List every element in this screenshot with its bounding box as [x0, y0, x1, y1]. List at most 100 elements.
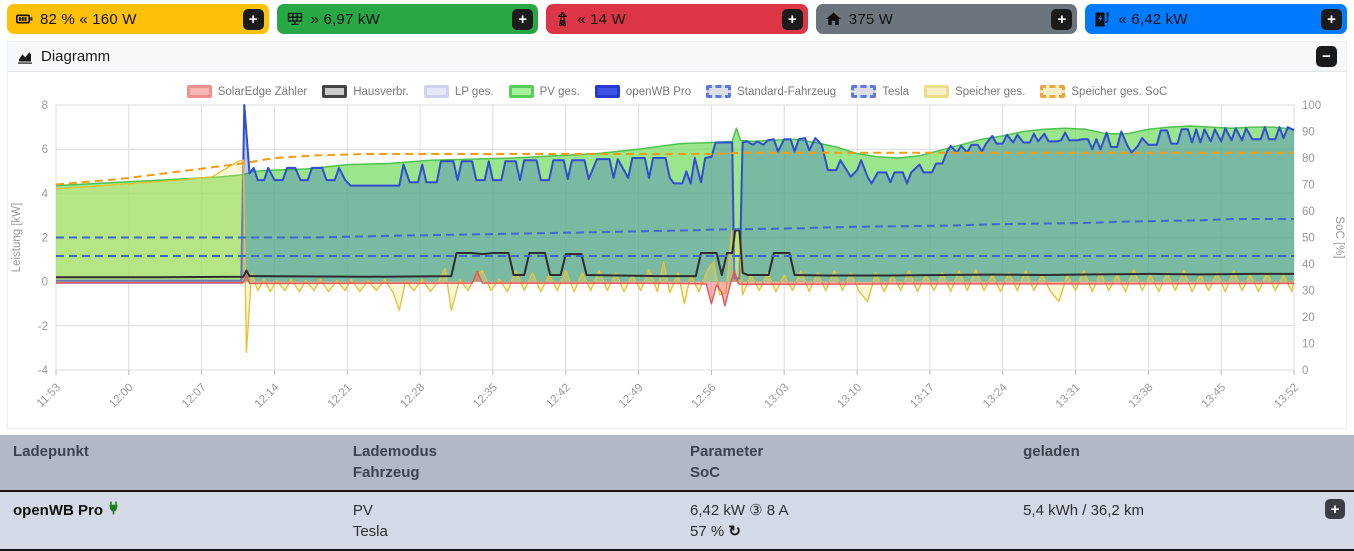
- header-lademodus-fahrzeug: LademodusFahrzeug: [340, 435, 677, 490]
- badge-pv-expand-button[interactable]: +: [512, 9, 533, 30]
- charged-cell: 5,4 kWh / 36,2 km: [1010, 492, 1354, 549]
- charge-mode: PV: [353, 500, 669, 521]
- svg-text:13:10: 13:10: [835, 382, 864, 411]
- legend-label: PV ges.: [540, 86, 580, 98]
- badge-battery-label: 82 % « 160 W: [40, 11, 236, 28]
- svg-text:Leistung [kW]: Leistung [kW]: [11, 203, 23, 273]
- solar-panel-icon: [286, 11, 304, 27]
- diagram-title: Diagramm: [41, 48, 110, 65]
- diagram-card: Diagramm − SolarEdge Zähler Hausverbr. LP …: [7, 41, 1347, 429]
- legend-item-openwb-pro[interactable]: openWB Pro: [595, 85, 691, 98]
- badge-chargepoint-expand-button[interactable]: +: [1321, 9, 1342, 30]
- svg-text:0: 0: [42, 277, 48, 289]
- svg-text:12:49: 12:49: [617, 382, 646, 411]
- legend-swatch: [706, 85, 731, 98]
- svg-text:13:31: 13:31: [1054, 382, 1083, 411]
- svg-text:10: 10: [1302, 339, 1315, 351]
- badge-battery-expand-button[interactable]: +: [243, 9, 264, 30]
- charge-parameter: 6,42 kW ③ 8 A: [690, 500, 1002, 521]
- legend-label: Speicher ges. SoC: [1071, 86, 1167, 98]
- legend-label: openWB Pro: [626, 86, 691, 98]
- battery-icon: [16, 11, 33, 27]
- badge-grid-expand-button[interactable]: +: [782, 9, 803, 30]
- svg-text:4: 4: [42, 188, 49, 200]
- badge-chargepoint[interactable]: « 6,42 kW +: [1085, 4, 1347, 34]
- legend-item-solaredge-z-hler[interactable]: SolarEdge Zähler: [187, 85, 308, 98]
- legend-item-standard-fahrzeug[interactable]: Standard-Fahrzeug: [706, 85, 836, 98]
- svg-text:50: 50: [1302, 233, 1315, 245]
- mode-vehicle-cell: PV Tesla: [340, 492, 677, 549]
- badge-pv-label: » 6,97 kW: [311, 11, 506, 28]
- vehicle-soc: 57 %: [690, 523, 724, 540]
- svg-text:13:38: 13:38: [1127, 382, 1156, 411]
- svg-text:70: 70: [1302, 180, 1315, 192]
- legend-swatch: [424, 85, 449, 98]
- badge-battery[interactable]: 82 % « 160 W +: [7, 4, 269, 34]
- legend-item-speicher-ges-soc[interactable]: Speicher ges. SoC: [1040, 85, 1167, 98]
- svg-text:0: 0: [1302, 365, 1308, 377]
- legend-label: Hausverbr.: [353, 86, 409, 98]
- badge-pv[interactable]: » 6,97 kW +: [277, 4, 539, 34]
- chargepoint-table: Ladepunkt LademodusFahrzeug ParameterSoC…: [0, 435, 1354, 551]
- svg-text:12:28: 12:28: [398, 382, 427, 411]
- charging-station-icon: [1094, 11, 1111, 27]
- legend-item-tesla[interactable]: Tesla: [851, 85, 909, 98]
- svg-text:90: 90: [1302, 127, 1315, 139]
- svg-text:12:07: 12:07: [180, 382, 209, 411]
- svg-text:13:17: 13:17: [908, 382, 937, 411]
- vehicle-name: Tesla: [353, 521, 669, 542]
- legend-swatch: [851, 85, 876, 98]
- svg-text:12:42: 12:42: [544, 382, 573, 411]
- legend-label: Standard-Fahrzeug: [737, 86, 836, 98]
- legend-label: Tesla: [882, 86, 909, 98]
- svg-text:40: 40: [1302, 259, 1315, 271]
- legend-swatch: [322, 85, 347, 98]
- legend-swatch: [595, 85, 620, 98]
- svg-text:11:53: 11:53: [35, 382, 63, 410]
- legend-swatch: [924, 85, 949, 98]
- charged-value: 5,4 kWh / 36,2 km: [1023, 500, 1346, 521]
- chargepoint-name-cell: openWB Pro: [0, 492, 340, 549]
- svg-text:-2: -2: [38, 321, 48, 333]
- header-ladepunkt: Ladepunkt: [0, 435, 340, 490]
- chart-area-icon: [17, 49, 33, 64]
- diagram-chart: -4-202468010203040506070809010011:5312:0…: [8, 98, 1346, 428]
- legend-swatch: [1040, 85, 1065, 98]
- badge-house[interactable]: 375 W +: [816, 4, 1078, 34]
- legend-swatch: [187, 85, 212, 98]
- svg-text:13:52: 13:52: [1272, 382, 1301, 411]
- chargepoint-table-header: Ladepunkt LademodusFahrzeug ParameterSoC…: [0, 435, 1354, 490]
- parameter-soc-cell: 6,42 kW ③ 8 A 57 % ↻: [677, 492, 1010, 549]
- legend-item-lp-ges-[interactable]: LP ges.: [424, 85, 494, 98]
- chargepoint-expand-button[interactable]: +: [1325, 499, 1345, 519]
- svg-text:80: 80: [1302, 153, 1315, 165]
- legend-label: SolarEdge Zähler: [218, 86, 308, 98]
- header-geladen: geladen: [1010, 435, 1354, 490]
- legend-item-speicher-ges-[interactable]: Speicher ges.: [924, 85, 1025, 98]
- refresh-soc-icon[interactable]: ↻: [728, 523, 741, 540]
- diagram-card-header: Diagramm −: [8, 42, 1346, 72]
- legend-item-hausverbr-[interactable]: Hausverbr.: [322, 85, 409, 98]
- svg-text:13:03: 13:03: [762, 382, 791, 411]
- badge-grid[interactable]: « 14 W +: [546, 4, 808, 34]
- svg-text:SoC [%]: SoC [%]: [1333, 216, 1345, 258]
- svg-text:12:14: 12:14: [253, 381, 282, 410]
- transmission-tower-icon: [555, 11, 570, 27]
- badge-house-expand-button[interactable]: +: [1051, 9, 1072, 30]
- diagram-collapse-button[interactable]: −: [1316, 46, 1337, 67]
- svg-text:13:24: 13:24: [981, 381, 1010, 410]
- svg-text:13:45: 13:45: [1199, 382, 1228, 411]
- svg-text:-4: -4: [38, 365, 49, 377]
- svg-text:8: 8: [42, 100, 48, 112]
- legend-item-pv-ges-[interactable]: PV ges.: [509, 85, 580, 98]
- svg-text:2: 2: [42, 233, 48, 245]
- chargepoint-name: openWB Pro: [13, 500, 103, 521]
- svg-text:12:56: 12:56: [690, 382, 719, 411]
- chargepoint-row-openwb-pro[interactable]: openWB Pro PV Tesla 6,42 kW ③ 8 A 57 % ↻…: [0, 490, 1354, 551]
- svg-text:30: 30: [1302, 286, 1315, 298]
- legend-label: Speicher ges.: [955, 86, 1025, 98]
- svg-text:60: 60: [1302, 206, 1315, 218]
- svg-text:20: 20: [1302, 312, 1315, 324]
- badge-grid-label: « 14 W: [577, 11, 775, 28]
- chart-legend: SolarEdge Zähler Hausverbr. LP ges. PV ges.…: [8, 72, 1346, 98]
